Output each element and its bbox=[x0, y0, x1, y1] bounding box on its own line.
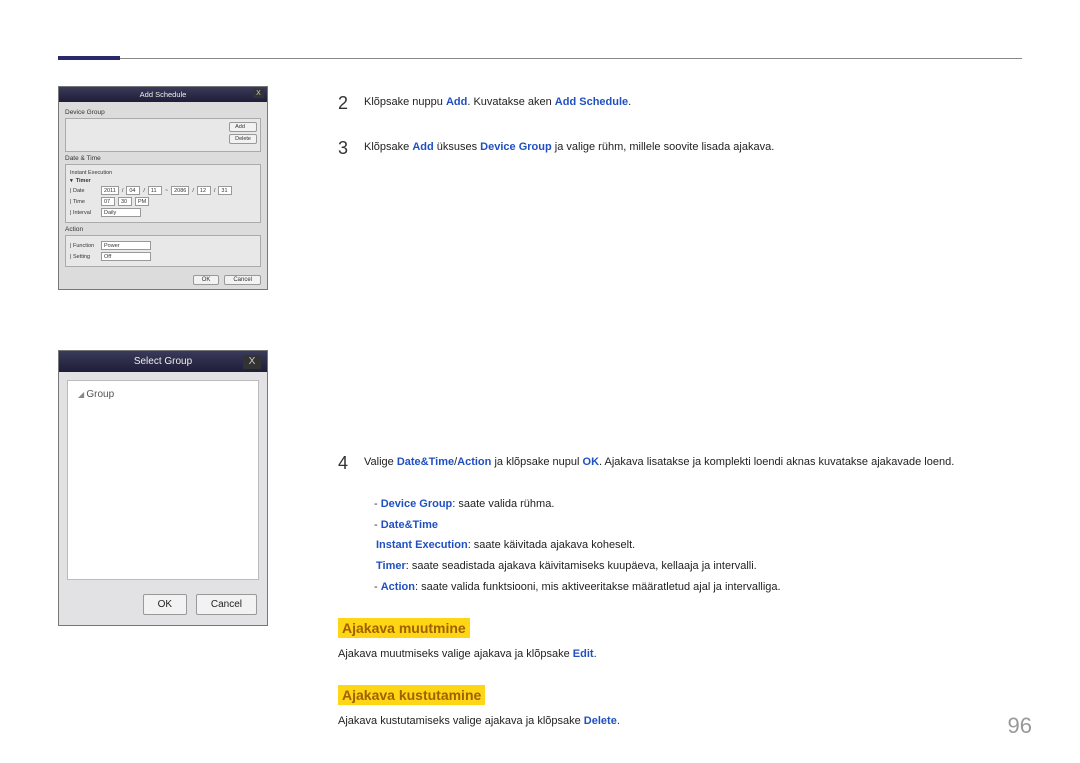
section-delete-schedule: Ajakava kustutamine Ajakava kustutamisek… bbox=[338, 685, 1022, 730]
section-heading: Ajakava muutmine bbox=[338, 618, 470, 638]
step-4-sublist: Device Group: saate valida rühma. Date&T… bbox=[364, 495, 1022, 596]
dialog-title: Select Group X bbox=[59, 351, 267, 372]
dialog-title: Add Schedule X bbox=[59, 87, 267, 102]
step-4: 4 Valige Date&Time/Action ja klõpsake nu… bbox=[338, 450, 1022, 477]
ok-button[interactable]: OK bbox=[193, 275, 220, 285]
add-schedule-dialog: Add Schedule X Device Group Add Delete D… bbox=[58, 86, 268, 290]
delete-button[interactable]: Delete bbox=[229, 134, 257, 144]
ok-button[interactable]: OK bbox=[143, 594, 187, 615]
cancel-button[interactable]: Cancel bbox=[224, 275, 261, 285]
step-number: 4 bbox=[338, 450, 352, 477]
interval-label: | Interval bbox=[70, 210, 98, 216]
date-day2-field[interactable]: 31 bbox=[218, 186, 232, 195]
date-year2-field[interactable]: 2086 bbox=[171, 186, 189, 195]
function-select[interactable]: Power bbox=[101, 241, 151, 250]
function-label: | Function bbox=[70, 243, 98, 249]
date-year1-field[interactable]: 2011 bbox=[101, 186, 119, 195]
step-2: 2 Klõpsake nuppu Add. Kuvatakse aken Add… bbox=[338, 90, 1022, 117]
date-day1-field[interactable]: 11 bbox=[148, 186, 162, 195]
timer-label: Timer bbox=[76, 178, 91, 184]
section-edit-schedule: Ajakava muutmine Ajakava muutmiseks vali… bbox=[338, 618, 1022, 663]
setting-select[interactable]: Off bbox=[101, 252, 151, 261]
group-tree-item[interactable]: Group bbox=[78, 389, 248, 400]
dialog-title-text: Add Schedule bbox=[140, 90, 187, 99]
step-number: 3 bbox=[338, 135, 352, 162]
close-icon[interactable]: X bbox=[253, 89, 264, 98]
page-number: 96 bbox=[1008, 713, 1032, 739]
device-group-box: Add Delete bbox=[65, 118, 261, 152]
instant-execution-label: Instant Execution bbox=[70, 170, 112, 176]
time-hour-field[interactable]: 07 bbox=[101, 197, 115, 206]
select-group-dialog: Select Group X Group OK Cancel bbox=[58, 350, 268, 626]
interval-select[interactable]: Daily bbox=[101, 208, 141, 217]
setting-label: | Setting bbox=[70, 254, 98, 260]
section-heading: Ajakava kustutamine bbox=[338, 685, 485, 705]
device-group-label: Device Group bbox=[65, 109, 261, 116]
step-3: 3 Klõpsake Add üksuses Device Group ja v… bbox=[338, 135, 1022, 162]
add-button[interactable]: Add bbox=[229, 122, 257, 132]
time-ampm-field[interactable]: PM bbox=[135, 197, 149, 206]
date-month2-field[interactable]: 12 bbox=[197, 186, 211, 195]
time-label: | Time bbox=[70, 199, 98, 205]
action-label: Action bbox=[65, 226, 261, 233]
time-min-field[interactable]: 30 bbox=[118, 197, 132, 206]
date-month1-field[interactable]: 04 bbox=[126, 186, 140, 195]
date-label: | Date bbox=[70, 188, 98, 194]
dialog-title-text: Select Group bbox=[134, 356, 192, 367]
close-icon[interactable]: X bbox=[243, 355, 261, 369]
step-number: 2 bbox=[338, 90, 352, 117]
date-time-label: Date & Time bbox=[65, 155, 261, 162]
cancel-button[interactable]: Cancel bbox=[196, 594, 257, 615]
